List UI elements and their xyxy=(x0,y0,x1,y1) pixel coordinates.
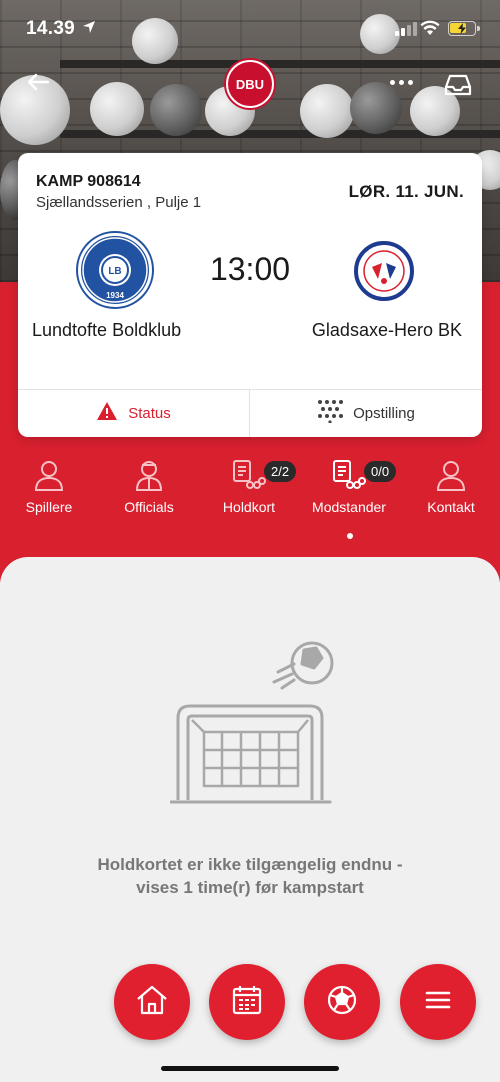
more-options-icon[interactable] xyxy=(390,80,413,85)
home-indicator xyxy=(161,1066,339,1071)
calendar-icon xyxy=(231,984,263,1021)
modstander-count-badge: 0/0 xyxy=(364,461,397,482)
away-team-name: Gladsaxe-Hero BK xyxy=(311,320,462,340)
tab-kontakt[interactable]: Kontakt xyxy=(406,455,496,515)
svg-text:1934: 1934 xyxy=(106,291,124,300)
contact-icon xyxy=(406,455,496,491)
status-bar: 14.39 xyxy=(0,0,500,58)
formation-icon xyxy=(317,399,344,427)
warning-icon xyxy=(96,401,118,425)
empty-state-message: Holdkortet er ikke tilgængelig endnu - v… xyxy=(97,855,403,897)
match-number: KAMP 908614 xyxy=(36,173,141,190)
football-icon xyxy=(326,984,358,1021)
dbu-logo: DBU xyxy=(226,60,274,108)
home-icon xyxy=(136,985,168,1020)
holdkort-count-badge: 2/2 xyxy=(264,461,297,482)
lineup-label: Opstilling xyxy=(353,404,415,422)
wifi-icon xyxy=(420,20,440,41)
status-label: Status xyxy=(128,404,171,422)
lineup-button[interactable]: Opstilling xyxy=(250,389,482,437)
back-arrow-icon[interactable] xyxy=(26,72,50,97)
calendar-button[interactable] xyxy=(209,964,285,1040)
section-tabs: Spillere Officials Holdkort 2/2 Modstand… xyxy=(0,455,500,525)
location-arrow-icon xyxy=(82,20,96,39)
page-indicator-dot xyxy=(347,533,353,539)
status-button[interactable]: Status xyxy=(18,389,249,437)
referee-icon xyxy=(104,455,194,491)
match-date: LØR. 11. JUN. xyxy=(348,182,464,201)
goal-illustration xyxy=(168,640,340,825)
tab-label: Officials xyxy=(124,499,174,515)
cellular-signal-icon xyxy=(395,22,417,36)
tab-label: Holdkort xyxy=(222,499,276,515)
tab-spillere[interactable]: Spillere xyxy=(4,455,94,515)
away-team-crest xyxy=(354,241,414,301)
matches-button[interactable] xyxy=(304,964,380,1040)
tab-label: Kontakt xyxy=(427,499,475,515)
tab-label: Modstander xyxy=(312,499,386,515)
inbox-icon[interactable] xyxy=(443,73,473,102)
battery-icon xyxy=(448,21,480,36)
match-card[interactable]: KAMP 908614 Sjællandsserien , Pulje 1 LØ… xyxy=(18,153,482,437)
tab-officials[interactable]: Officials xyxy=(104,455,194,515)
person-icon xyxy=(4,455,94,491)
home-button[interactable] xyxy=(114,964,190,1040)
menu-button[interactable] xyxy=(400,964,476,1040)
home-team-name: Lundtofte Boldklub xyxy=(32,320,182,340)
menu-icon xyxy=(425,990,451,1015)
tab-label: Spillere xyxy=(25,499,73,515)
league-name: Sjællandsserien , Pulje 1 xyxy=(36,194,202,211)
clock: 14.39 xyxy=(26,18,76,39)
